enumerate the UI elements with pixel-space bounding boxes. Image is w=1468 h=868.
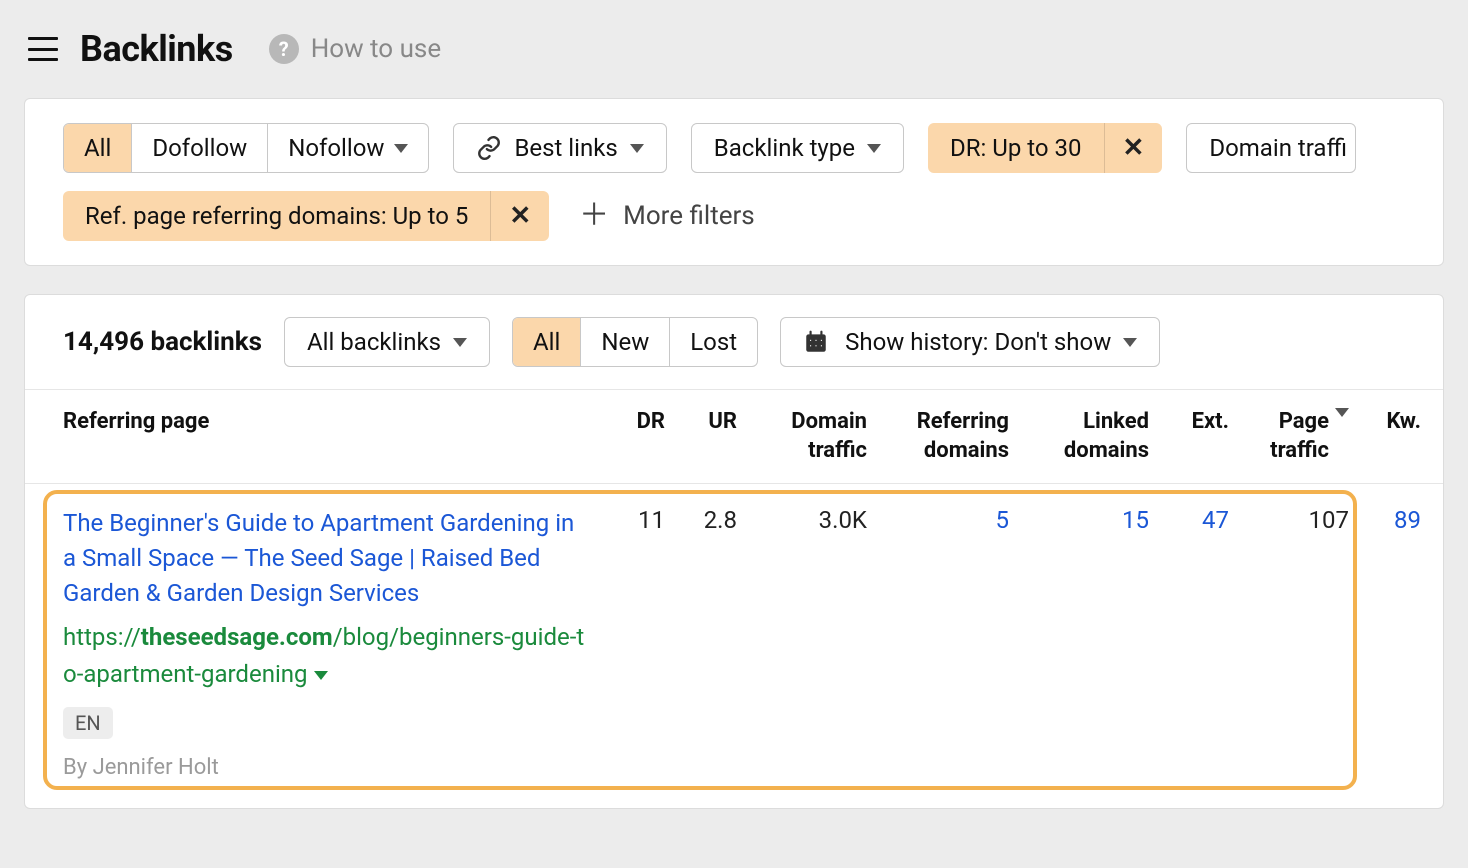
more-filters-label: More filters [623, 201, 755, 231]
backlink-type-label: Backlink type [714, 134, 855, 162]
how-to-use-label: How to use [311, 34, 441, 64]
col-linked-domains[interactable]: Linked domains [1021, 390, 1161, 483]
language-badge: EN [63, 707, 113, 739]
col-dr[interactable]: DR [605, 390, 677, 483]
cell-ur: 2.8 [677, 506, 749, 780]
status-lost-tab[interactable]: Lost [669, 318, 757, 366]
page-title: Backlinks [80, 28, 233, 70]
ref-domains-filter-chip: Ref. page referring domains: Up to 5 ✕ [63, 191, 549, 241]
col-ur[interactable]: UR [677, 390, 749, 483]
col-referring-page[interactable]: Referring page [25, 390, 605, 483]
chevron-down-icon [394, 144, 408, 153]
url-prefix: https:// [63, 623, 141, 651]
filters-card: All Dofollow Nofollow Best links Backlin… [24, 98, 1444, 266]
backlink-type-filter[interactable]: Backlink type [691, 123, 904, 173]
col-ext[interactable]: Ext. [1161, 390, 1241, 483]
plus-icon: ＋ [579, 201, 609, 231]
follow-dofollow-tab[interactable]: Dofollow [131, 124, 267, 172]
author-byline: By Jennifer Holt [63, 755, 585, 780]
link-icon [476, 135, 502, 161]
all-backlinks-dropdown[interactable]: All backlinks [284, 317, 490, 367]
calendar-icon [803, 329, 829, 355]
chevron-down-icon [867, 144, 881, 153]
best-links-filter[interactable]: Best links [453, 123, 666, 173]
follow-type-segmented: All Dofollow Nofollow [63, 123, 429, 173]
cell-referring-domains[interactable]: 5 [879, 506, 1021, 780]
cell-linked-domains[interactable]: 15 [1021, 506, 1161, 780]
backlinks-table-card: 14,496 backlinks All backlinks All New L… [24, 294, 1444, 809]
cell-domain-traffic: 3.0K [749, 506, 879, 780]
url-caret-icon[interactable] [314, 671, 328, 680]
domain-traffic-filter-label: Domain traffi [1209, 134, 1347, 162]
chevron-down-icon [630, 144, 644, 153]
col-page-traffic[interactable]: Page traffic [1241, 390, 1361, 483]
best-links-label: Best links [514, 134, 617, 162]
dr-filter-remove-button[interactable]: ✕ [1104, 123, 1163, 173]
dr-filter-chip: DR: Up to 30 ✕ [928, 123, 1162, 173]
table-header: Referring page DR UR Domain traffic Refe… [25, 389, 1443, 484]
cell-ext[interactable]: 47 [1161, 506, 1241, 780]
referring-page-title-link[interactable]: The Beginner's Guide to Apartment Garden… [63, 506, 585, 610]
show-history-label: Show history: Don't show [845, 328, 1111, 356]
follow-nofollow-label: Nofollow [288, 134, 384, 162]
col-referring-domains[interactable]: Referring domains [879, 390, 1021, 483]
domain-traffic-filter[interactable]: Domain traffi [1186, 123, 1356, 173]
ref-domains-filter-remove-button[interactable]: ✕ [490, 191, 549, 241]
close-icon: ✕ [1123, 135, 1145, 161]
cell-dr: 11 [605, 506, 677, 780]
show-history-dropdown[interactable]: Show history: Don't show [780, 317, 1160, 367]
ref-domains-filter-label[interactable]: Ref. page referring domains: Up to 5 [63, 191, 490, 241]
more-filters-button[interactable]: ＋ More filters [573, 191, 761, 241]
menu-hamburger-icon[interactable] [28, 37, 58, 61]
follow-all-tab[interactable]: All [64, 124, 131, 172]
all-backlinks-label: All backlinks [307, 328, 441, 356]
sort-caret-icon [1335, 408, 1349, 417]
help-icon: ? [269, 34, 299, 64]
col-page-traffic-label: Page traffic [1253, 408, 1329, 465]
follow-nofollow-tab[interactable]: Nofollow [267, 124, 428, 172]
status-segmented: All New Lost [512, 317, 758, 367]
cell-page-traffic: 107 [1241, 506, 1361, 780]
close-icon: ✕ [509, 203, 531, 229]
how-to-use-link[interactable]: ? How to use [269, 34, 441, 64]
status-all-tab[interactable]: All [513, 318, 580, 366]
col-kw[interactable]: Kw. [1361, 390, 1433, 483]
dr-filter-label[interactable]: DR: Up to 30 [928, 123, 1104, 173]
url-host: theseedsage.com [141, 623, 333, 651]
table-row: The Beginner's Guide to Apartment Garden… [25, 484, 1443, 780]
col-domain-traffic[interactable]: Domain traffic [749, 390, 879, 483]
chevron-down-icon [453, 338, 467, 347]
cell-kw[interactable]: 89 [1361, 506, 1433, 780]
status-new-tab[interactable]: New [580, 318, 669, 366]
chevron-down-icon [1123, 338, 1137, 347]
backlinks-count: 14,496 backlinks [63, 327, 262, 357]
